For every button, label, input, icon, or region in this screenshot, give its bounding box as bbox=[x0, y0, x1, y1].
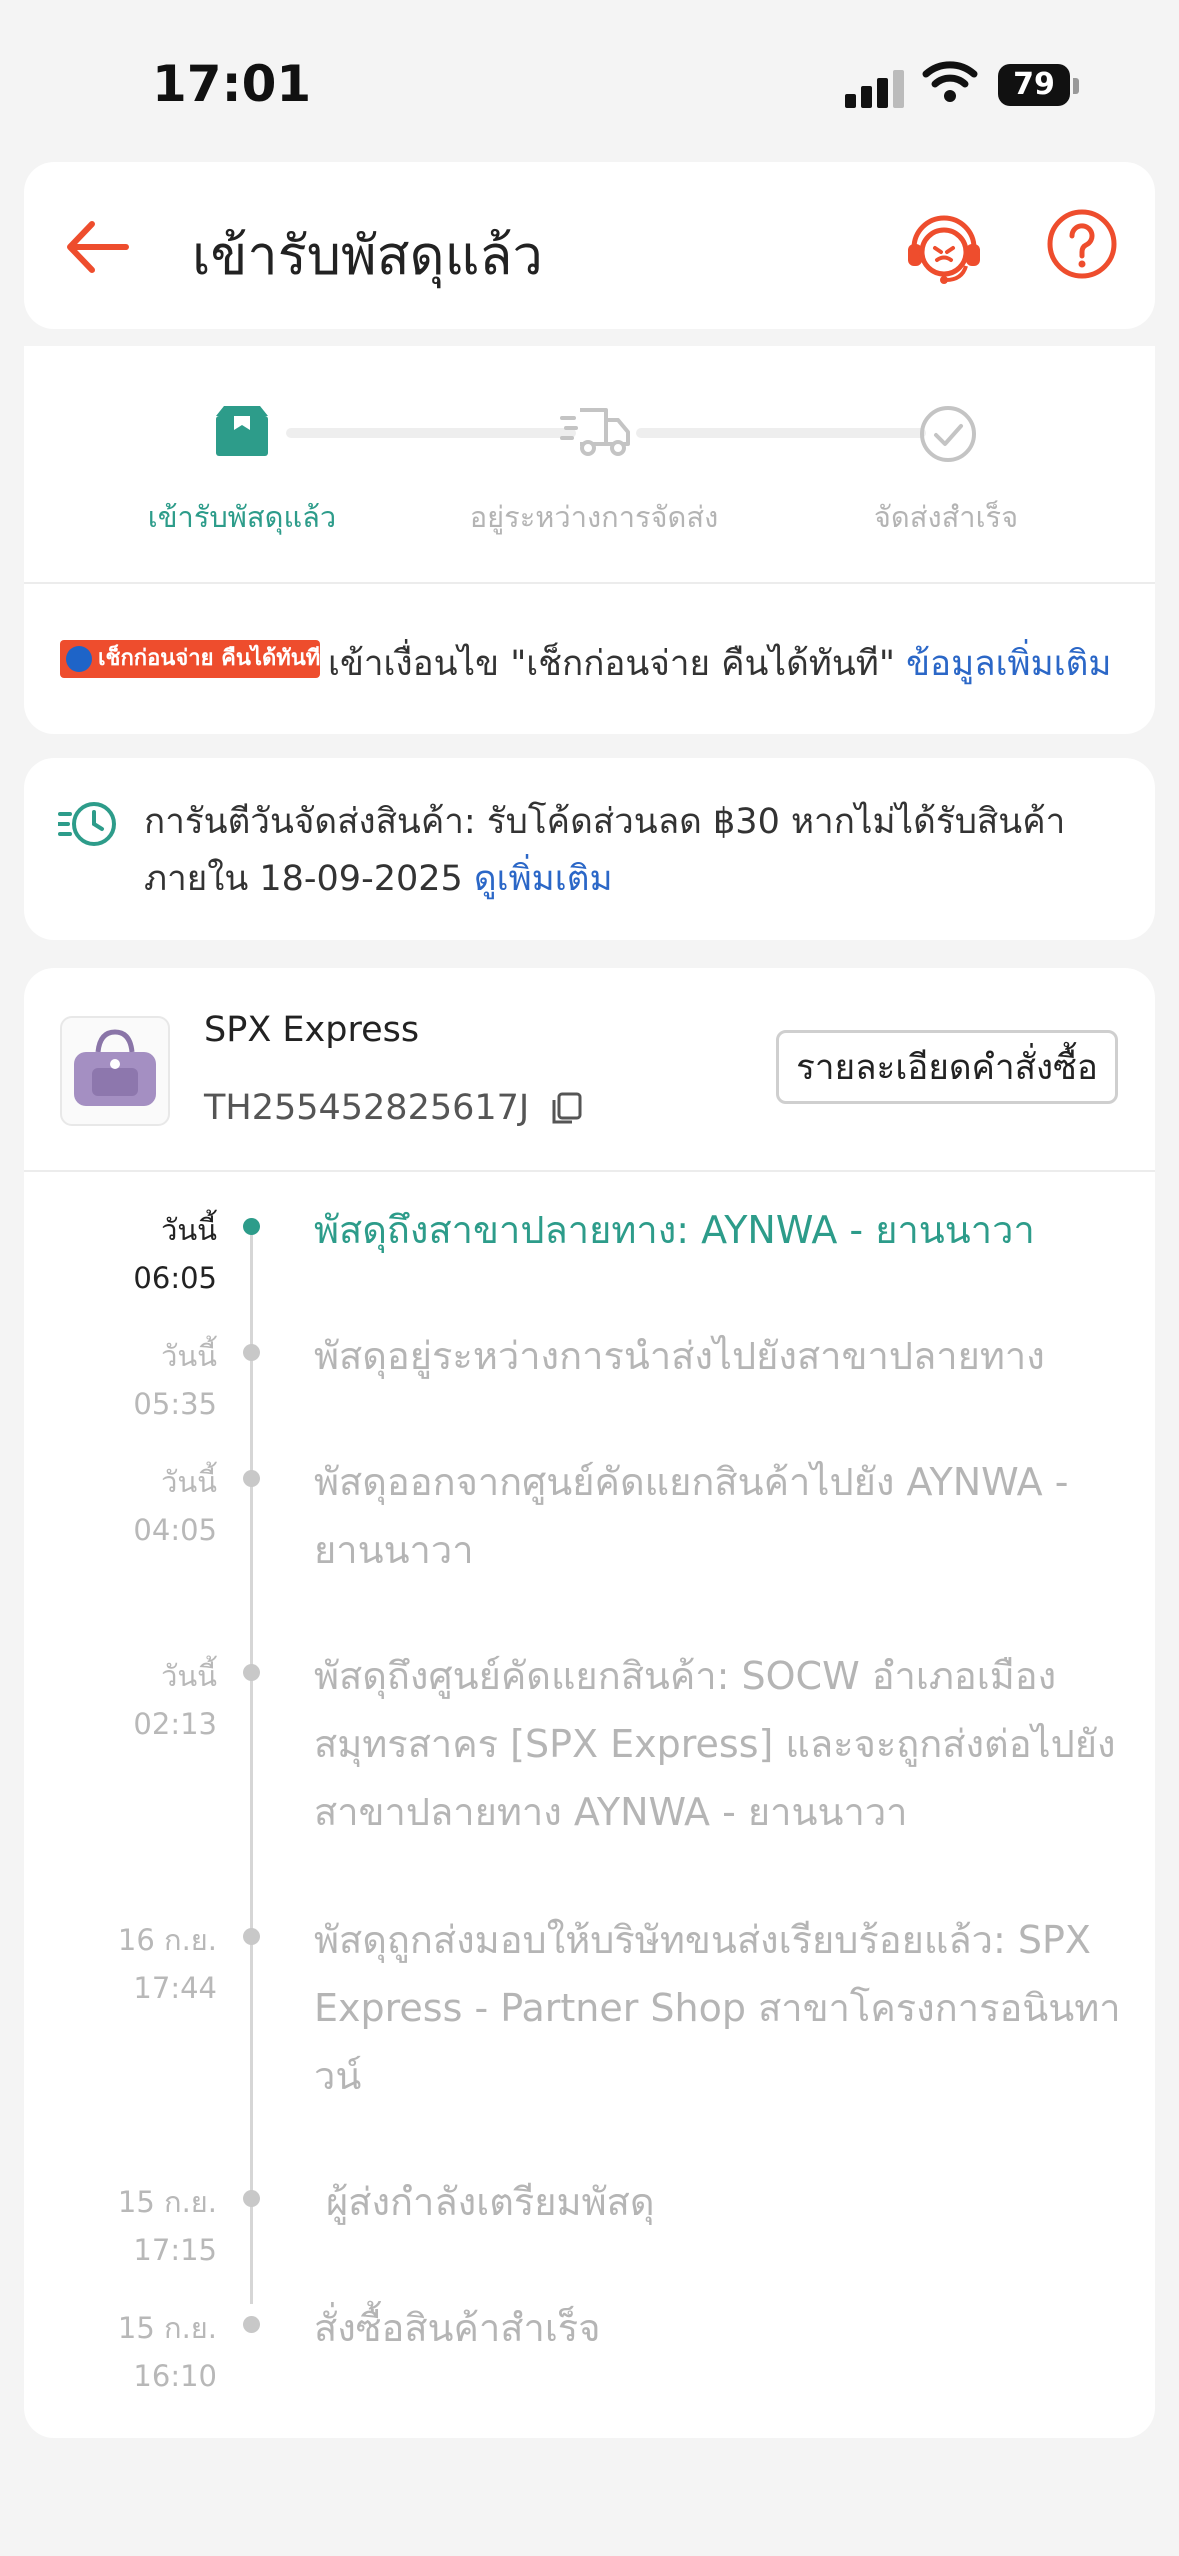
event-description: พัสดุถึงศูนย์คัดแยกสินค้า: SOCW อำเภอเมื… bbox=[314, 1654, 1116, 1834]
cod-condition: เข้าเงื่อนไข "เช็กก่อนจ่าย คืนได้ทันที" … bbox=[328, 636, 1111, 691]
divider bbox=[24, 1170, 1155, 1172]
order-details-button[interactable]: รายละเอียดคำสั่งซื้อ bbox=[776, 1030, 1118, 1104]
delivery-truck-icon bbox=[560, 408, 630, 456]
event-description: พัสดุอยู่ระหว่างการนำส่งไปยังสาขาปลายทาง bbox=[314, 1334, 1045, 1378]
event-dot bbox=[243, 1928, 260, 1945]
package-received-icon bbox=[216, 406, 268, 456]
event-description: พัสดุออกจากศูนย์คัดแยกสินค้าไปยัง AYNWA … bbox=[314, 1460, 1069, 1572]
back-arrow-icon[interactable] bbox=[62, 212, 132, 282]
divider bbox=[24, 582, 1155, 584]
page-title: เข้ารับพัสดุแล้ว bbox=[192, 224, 543, 287]
event-dot bbox=[243, 1470, 260, 1487]
badge-label: เช็กก่อนจ่าย คืนได้ทันที bbox=[98, 646, 320, 671]
event-time: 05:35 bbox=[133, 1387, 217, 1421]
event-time: 02:13 bbox=[133, 1707, 217, 1741]
progress-line-1 bbox=[286, 428, 576, 438]
event-description: พัสดุถูกส่งมอบให้บริษัทขนส่งเรียบร้อยแล้… bbox=[314, 1918, 1121, 2098]
more-info-link[interactable]: ข้อมูลเพิ่มเติม bbox=[906, 644, 1111, 684]
status-bar: 17:01 79 bbox=[0, 0, 1179, 150]
event-day: 15 ก.ย. bbox=[117, 2311, 217, 2345]
product-thumbnail[interactable] bbox=[60, 1016, 170, 1126]
copy-icon[interactable] bbox=[550, 1092, 582, 1126]
battery-icon: 79 bbox=[998, 64, 1070, 106]
tracking-number-text: TH255452825617J bbox=[204, 1088, 530, 1128]
cellular-signal-icon bbox=[845, 68, 905, 108]
battery-cap bbox=[1073, 78, 1079, 94]
event-time: 17:44 bbox=[133, 1971, 217, 2005]
event-day: วันนี้ bbox=[161, 1213, 217, 1247]
event-dot bbox=[243, 1664, 260, 1681]
timeline-line bbox=[250, 1224, 253, 2304]
event-time: 17:15 bbox=[133, 2233, 217, 2267]
customer-support-icon[interactable] bbox=[904, 204, 984, 288]
check-before-pay-badge: เช็กก่อนจ่าย คืนได้ทันที bbox=[60, 640, 320, 678]
tracking-card: SPX Express TH255452825617J รายละเอียดคำ… bbox=[24, 968, 1155, 2438]
refresh-icon bbox=[66, 646, 92, 672]
see-more-link[interactable]: ดูเพิ่มเติม bbox=[474, 859, 613, 899]
event-time: 04:05 bbox=[133, 1513, 217, 1547]
event-dot bbox=[243, 2316, 260, 2333]
fast-clock-icon bbox=[58, 802, 116, 846]
header-bar: เข้ารับพัสดุแล้ว bbox=[24, 162, 1155, 329]
help-icon[interactable] bbox=[1046, 208, 1118, 280]
step-label-in-transit: อยู่ระหว่างการจัดส่ง bbox=[469, 500, 719, 534]
status-time: 17:01 bbox=[152, 55, 312, 113]
event-dot bbox=[243, 1218, 260, 1235]
step-label-picked-up: เข้ารับพัสดุแล้ว bbox=[147, 500, 337, 534]
guarantee-message: การันตีวันจัดส่งสินค้า: รับโค้ดส่วนลด ฿3… bbox=[144, 794, 1124, 908]
progress-line-2 bbox=[636, 428, 926, 438]
event-time: 06:05 bbox=[133, 1261, 217, 1295]
event-day: 15 ก.ย. bbox=[117, 2185, 217, 2219]
tracking-number: TH255452825617J bbox=[204, 1088, 582, 1128]
event-day: วันนี้ bbox=[161, 1465, 217, 1499]
shipping-progress-card: เข้ารับพัสดุแล้ว อยู่ระหว่างการจัดส่ง จั… bbox=[24, 346, 1155, 734]
wifi-icon bbox=[922, 61, 978, 102]
delivered-check-icon bbox=[920, 406, 976, 462]
delivery-guarantee-card[interactable]: การันตีวันจัดส่งสินค้า: รับโค้ดส่วนลด ฿3… bbox=[24, 758, 1155, 940]
event-time: 16:10 bbox=[133, 2359, 217, 2393]
event-day: 16 ก.ย. bbox=[117, 1923, 217, 1957]
event-day: วันนี้ bbox=[161, 1659, 217, 1693]
event-description: พัสดุถึงสาขาปลายทาง: AYNWA - ยานนาวา bbox=[314, 1208, 1035, 1252]
event-dot bbox=[243, 1344, 260, 1361]
event-description: สั่งซื้อสินค้าสำเร็จ bbox=[314, 2306, 601, 2350]
event-description: ผู้ส่งกำลังเตรียมพัสดุ bbox=[326, 2180, 655, 2224]
step-label-delivered: จัดส่งสำเร็จ bbox=[873, 500, 1019, 534]
cod-condition-text: เข้าเงื่อนไข "เช็กก่อนจ่าย คืนได้ทันที" bbox=[328, 644, 895, 684]
event-dot bbox=[243, 2190, 260, 2207]
event-day: วันนี้ bbox=[161, 1339, 217, 1373]
bag-image bbox=[74, 1029, 156, 1106]
carrier-name: SPX Express bbox=[204, 1010, 420, 1050]
